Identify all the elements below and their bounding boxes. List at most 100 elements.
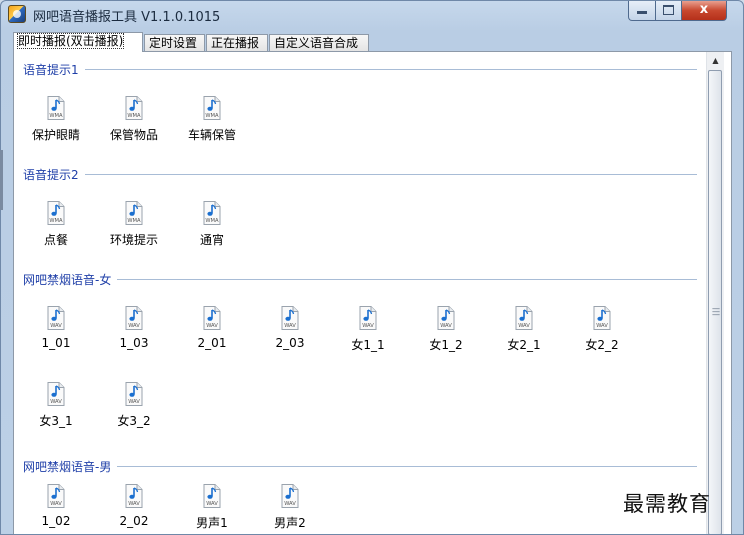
tab-label: 正在播报 xyxy=(211,36,260,50)
svg-text:WMA: WMA xyxy=(127,113,141,119)
group-title: 语音提示1 xyxy=(23,61,85,78)
tab-label: 自定义语音合成 xyxy=(274,36,359,50)
audio-file-item[interactable]: WAV 女3_1 xyxy=(24,382,88,434)
svg-text:WMA: WMA xyxy=(205,113,219,119)
audio-file-item[interactable]: WAV 2_02 xyxy=(102,484,166,534)
audio-file-item[interactable]: WAV 女1_1 xyxy=(336,306,400,358)
app-window: 网吧语音播报工具 V1.1.0.1015 x 即时播报(双击播报) 定时设置 正… xyxy=(0,0,744,535)
wav-file-icon: WAV xyxy=(125,306,143,330)
wma-file-icon: WMA xyxy=(125,201,143,225)
audio-file-item[interactable]: WAV 2_03 xyxy=(258,306,322,358)
audio-file-label: 女2_1 xyxy=(507,338,541,352)
audio-file-item[interactable]: WAV 男声2 xyxy=(258,484,322,534)
audio-file-item[interactable]: WMA 通宵 xyxy=(180,201,244,253)
svg-text:WAV: WAV xyxy=(206,501,218,507)
group-divider xyxy=(23,466,697,467)
svg-text:WAV: WAV xyxy=(284,501,296,507)
group-divider xyxy=(23,69,697,70)
audio-file-item[interactable]: WAV 1_01 xyxy=(24,306,88,358)
minimize-button[interactable] xyxy=(628,1,656,21)
svg-text:WAV: WAV xyxy=(128,501,140,507)
tab-label: 即时播报(双击播报) xyxy=(16,33,125,49)
audio-file-item[interactable]: WAV 女2_1 xyxy=(492,306,556,358)
audio-file-label: 1_02 xyxy=(41,514,71,528)
grip-icon: — — — xyxy=(712,304,720,319)
group-title: 语音提示2 xyxy=(23,166,85,183)
wav-file-icon: WAV xyxy=(125,382,143,406)
scroll-up-arrow-icon[interactable]: ▲ xyxy=(707,52,724,69)
audio-file-item[interactable]: WMA 保护眼睛 xyxy=(24,96,88,148)
audio-file-label: 2_02 xyxy=(119,514,149,528)
audio-file-label: 男声2 xyxy=(274,516,306,530)
tab-instant-broadcast[interactable]: 即时播报(双击播报) xyxy=(13,32,143,52)
wav-file-icon: WAV xyxy=(47,484,65,508)
svg-text:WMA: WMA xyxy=(49,113,63,119)
audio-list-panel[interactable]: ▲ — — — 语音提示1 WMA 保护眼睛 WMA 保管物品 WMA 车辆保管语音提示2 WMA… xyxy=(13,51,732,534)
audio-file-label: 保管物品 xyxy=(109,128,158,142)
tab-custom-voice-synthesis[interactable]: 自定义语音合成 xyxy=(269,34,369,51)
audio-file-label: 通宵 xyxy=(199,233,224,247)
svg-text:WAV: WAV xyxy=(284,323,296,329)
audio-file-item[interactable]: WMA 保管物品 xyxy=(102,96,166,148)
vertical-scrollbar[interactable]: ▲ — — — xyxy=(706,52,724,534)
tab-label: 定时设置 xyxy=(149,36,198,50)
audio-file-item[interactable]: WAV 1_03 xyxy=(102,306,166,358)
svg-text:WAV: WAV xyxy=(50,323,62,329)
audio-file-label: 车辆保管 xyxy=(187,128,236,142)
window-title: 网吧语音播报工具 V1.1.0.1015 xyxy=(33,10,221,25)
maximize-button[interactable] xyxy=(655,1,682,21)
wma-file-icon: WMA xyxy=(47,201,65,225)
audio-file-item[interactable]: WAV 女1_2 xyxy=(414,306,478,358)
svg-text:WAV: WAV xyxy=(596,323,608,329)
audio-file-label: 环境提示 xyxy=(109,233,158,247)
wav-file-icon: WAV xyxy=(203,306,221,330)
svg-text:WAV: WAV xyxy=(362,323,374,329)
audio-file-label: 1_03 xyxy=(119,336,149,350)
svg-text:WMA: WMA xyxy=(127,218,141,224)
audio-file-item[interactable]: WMA 车辆保管 xyxy=(180,96,244,148)
close-button[interactable]: x xyxy=(681,1,727,21)
wma-file-icon: WMA xyxy=(47,96,65,120)
scroll-thumb[interactable]: — — — xyxy=(708,70,722,534)
wav-file-icon: WAV xyxy=(203,484,221,508)
audio-file-label: 女3_1 xyxy=(39,414,73,428)
wav-file-icon: WAV xyxy=(47,306,65,330)
app-logo-icon xyxy=(8,5,26,23)
wma-file-icon: WMA xyxy=(203,96,221,120)
wav-file-icon: WAV xyxy=(359,306,377,330)
audio-file-label: 男声1 xyxy=(196,516,228,530)
wav-file-icon: WAV xyxy=(515,306,533,330)
group-header: 网吧禁烟语音-男 xyxy=(23,458,697,475)
group-title: 网吧禁烟语音-女 xyxy=(23,271,118,288)
audio-file-label: 保护眼睛 xyxy=(31,128,80,142)
audio-file-item[interactable]: WMA 环境提示 xyxy=(102,201,166,253)
tab-now-playing[interactable]: 正在播报 xyxy=(206,34,268,51)
group-title: 网吧禁烟语音-男 xyxy=(23,458,118,475)
group-divider xyxy=(23,279,697,280)
svg-text:WMA: WMA xyxy=(205,218,219,224)
audio-file-item[interactable]: WAV 男声1 xyxy=(180,484,244,534)
tab-schedule-settings[interactable]: 定时设置 xyxy=(144,34,205,51)
audio-file-item[interactable]: WAV 女3_2 xyxy=(102,382,166,434)
wma-file-icon: WMA xyxy=(203,201,221,225)
audio-file-label: 2_01 xyxy=(197,336,227,350)
svg-text:WAV: WAV xyxy=(128,399,140,405)
audio-file-item[interactable]: WMA 点餐 xyxy=(24,201,88,253)
minimize-icon xyxy=(637,11,647,14)
audio-file-item[interactable]: WAV 1_02 xyxy=(24,484,88,534)
svg-text:WAV: WAV xyxy=(50,501,62,507)
title-bar[interactable]: 网吧语音播报工具 V1.1.0.1015 x xyxy=(1,1,743,29)
group-header: 网吧禁烟语音-女 xyxy=(23,271,697,288)
wav-file-icon: WAV xyxy=(437,306,455,330)
wma-file-icon: WMA xyxy=(125,96,143,120)
audio-file-label: 女1_2 xyxy=(429,338,463,352)
audio-file-label: 1_01 xyxy=(41,336,71,350)
group-header: 语音提示2 xyxy=(23,166,697,183)
audio-file-label: 2_03 xyxy=(275,336,305,350)
wav-file-icon: WAV xyxy=(593,306,611,330)
audio-file-item[interactable]: WAV 2_01 xyxy=(180,306,244,358)
wav-file-icon: WAV xyxy=(281,306,299,330)
svg-text:WAV: WAV xyxy=(518,323,530,329)
audio-file-item[interactable]: WAV 女2_2 xyxy=(570,306,634,358)
svg-text:WAV: WAV xyxy=(50,399,62,405)
